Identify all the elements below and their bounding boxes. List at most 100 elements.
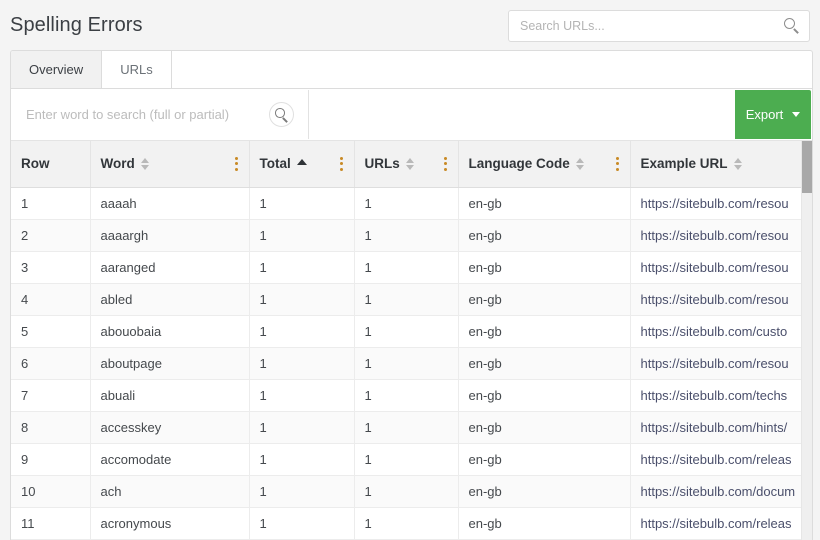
cell-urls: 1 <box>354 443 459 476</box>
table-header-row: Row Word Total URLs Language Code Exampl… <box>11 141 812 188</box>
cell-row: 3 <box>11 251 91 284</box>
search-urls-input[interactable] <box>520 11 775 41</box>
table-row[interactable]: 7 abuali 1 1 en-gb https://sitebulb.com/techs <box>11 379 812 412</box>
cell-language-code: en-gb <box>458 315 631 348</box>
column-menu-icon[interactable] <box>234 156 239 171</box>
cell-word: aaaargh <box>90 219 250 252</box>
vertical-scrollbar[interactable] <box>801 141 812 540</box>
tab-bar: Overview URLs <box>10 50 813 88</box>
cell-row: 8 <box>11 411 91 444</box>
table-row[interactable]: 2 aaaargh 1 1 en-gb https://sitebulb.com/reso… <box>11 219 812 252</box>
column-header-row-label: Row <box>21 156 50 172</box>
table-row[interactable]: 5 abouobaia 1 1 en-gb https://sitebulb.com/cu… <box>11 315 812 348</box>
column-header-row[interactable]: Row <box>11 141 91 188</box>
cell-row: 7 <box>11 379 91 412</box>
cell-row: 4 <box>11 283 91 316</box>
cell-example-url: https://sitebulb.com/resou <box>630 219 812 252</box>
column-header-word-label: Word <box>100 156 135 172</box>
tab-overview[interactable]: Overview <box>11 51 103 88</box>
cell-total: 1 <box>249 507 355 540</box>
export-button[interactable]: Export <box>735 90 811 139</box>
column-menu-icon[interactable] <box>339 156 344 171</box>
cell-word: aaaah <box>90 187 250 220</box>
table-row[interactable]: 9 accomodate 1 1 en-gb https://sitebulb.com/r… <box>11 443 812 476</box>
cell-example-url: https://sitebulb.com/resou <box>630 187 812 220</box>
cell-row: 9 <box>11 443 91 476</box>
cell-example-url: https://sitebulb.com/docum <box>630 475 812 508</box>
word-search-button[interactable] <box>269 102 294 127</box>
sort-ascending-icon[interactable] <box>296 159 307 166</box>
cell-urls: 1 <box>354 219 459 252</box>
spelling-errors-table: Row Word Total URLs Language Code Exampl… <box>11 141 812 540</box>
word-search-box[interactable] <box>12 90 309 139</box>
cell-example-url: https://sitebulb.com/hints/ <box>630 411 812 444</box>
cell-urls: 1 <box>354 475 459 508</box>
sort-toggle-icon[interactable] <box>405 157 415 171</box>
column-header-example-url[interactable]: Example URL <box>630 141 812 188</box>
cell-row: 5 <box>11 315 91 348</box>
cell-row: 2 <box>11 219 91 252</box>
cell-word: abled <box>90 283 250 316</box>
sort-toggle-icon[interactable] <box>140 157 150 171</box>
cell-language-code: en-gb <box>458 347 631 380</box>
table-row[interactable]: 4 abled 1 1 en-gb https://sitebulb.com/resou <box>11 283 812 316</box>
cell-total: 1 <box>249 251 355 284</box>
table-scroll-container: Row Word Total URLs Language Code Exampl… <box>11 141 812 540</box>
tab-urls-label: URLs <box>120 62 153 77</box>
column-header-total-label: Total <box>259 156 291 172</box>
column-header-total[interactable]: Total <box>249 141 355 188</box>
cell-total: 1 <box>249 347 355 380</box>
search-icon <box>784 18 800 34</box>
cell-row: 6 <box>11 347 91 380</box>
sort-toggle-icon[interactable] <box>575 157 585 171</box>
tab-urls[interactable]: URLs <box>102 51 172 88</box>
cell-word: ach <box>90 475 250 508</box>
cell-word: aaranged <box>90 251 250 284</box>
url-search-box[interactable] <box>508 10 810 42</box>
column-menu-icon[interactable] <box>615 156 620 171</box>
cell-total: 1 <box>249 219 355 252</box>
cell-language-code: en-gb <box>458 475 631 508</box>
table-row[interactable]: 6 aboutpage 1 1 en-gb https://sitebulb.com/re… <box>11 347 812 380</box>
cell-total: 1 <box>249 475 355 508</box>
cell-urls: 1 <box>354 315 459 348</box>
table-row[interactable]: 3 aaranged 1 1 en-gb https://sitebulb.com/res… <box>11 251 812 284</box>
cell-language-code: en-gb <box>458 379 631 412</box>
cell-language-code: en-gb <box>458 251 631 284</box>
cell-word: aboutpage <box>90 347 250 380</box>
cell-urls: 1 <box>354 379 459 412</box>
column-header-urls[interactable]: URLs <box>354 141 459 188</box>
cell-total: 1 <box>249 411 355 444</box>
export-button-label: Export <box>745 107 784 122</box>
cell-language-code: en-gb <box>458 443 631 476</box>
column-menu-icon[interactable] <box>443 156 448 171</box>
cell-word: abouobaia <box>90 315 250 348</box>
cell-language-code: en-gb <box>458 219 631 252</box>
word-search-input[interactable] <box>26 100 271 128</box>
table-row[interactable]: 1 aaaah 1 1 en-gb https://sitebulb.com/resou <box>11 187 812 220</box>
cell-row: 10 <box>11 475 91 508</box>
table-row[interactable]: 10 ach 1 1 en-gb https://sitebulb.com/docum <box>11 475 812 508</box>
page-header: Spelling Errors <box>0 0 820 46</box>
cell-total: 1 <box>249 379 355 412</box>
vertical-scrollbar-thumb[interactable] <box>802 141 812 193</box>
column-header-language-code[interactable]: Language Code <box>458 141 631 188</box>
column-header-word[interactable]: Word <box>90 141 250 188</box>
cell-example-url: https://sitebulb.com/releas <box>630 507 812 540</box>
table-toolbar: Export <box>11 89 812 141</box>
cell-language-code: en-gb <box>458 283 631 316</box>
cell-urls: 1 <box>354 251 459 284</box>
cell-word: abuali <box>90 379 250 412</box>
table-row[interactable]: 8 accesskey 1 1 en-gb https://sitebulb.com/hi… <box>11 411 812 444</box>
cell-example-url: https://sitebulb.com/techs <box>630 379 812 412</box>
table-body: 1 aaaah 1 1 en-gb https://sitebulb.com/resou 2… <box>11 187 812 540</box>
cell-total: 1 <box>249 315 355 348</box>
cell-language-code: en-gb <box>458 507 631 540</box>
cell-urls: 1 <box>354 187 459 220</box>
column-header-urls-label: URLs <box>364 156 400 172</box>
table-row[interactable]: 11 acronymous 1 1 en-gb https://sitebulb.com/… <box>11 507 812 540</box>
page-title: Spelling Errors <box>10 14 143 36</box>
cell-word: accomodate <box>90 443 250 476</box>
chevron-down-icon <box>792 112 801 117</box>
sort-toggle-icon[interactable] <box>733 157 743 171</box>
